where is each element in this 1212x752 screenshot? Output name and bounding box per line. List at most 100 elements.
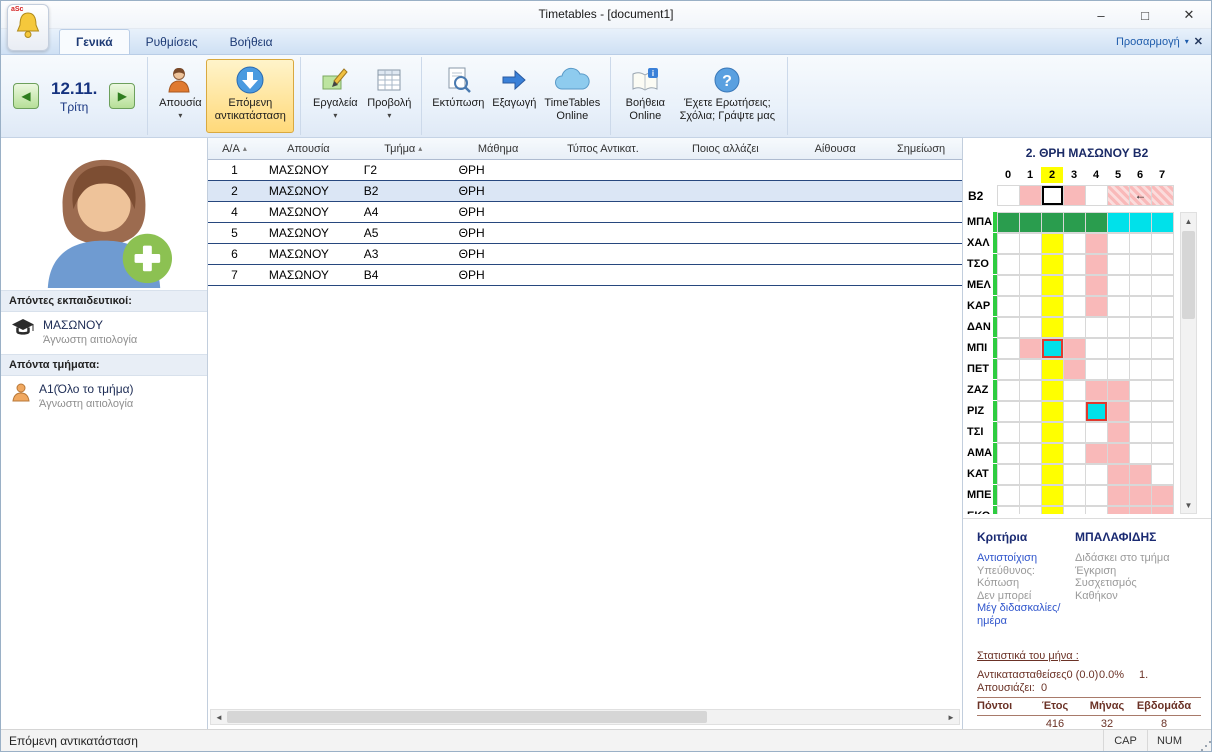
teacher-slot[interactable] [998,507,1020,514]
hour-header-cell[interactable]: 2 [1041,167,1063,183]
tab-settings[interactable]: Ρυθμίσεις [130,30,214,54]
substitution-row[interactable]: 2ΜΑΣΩΝΟΥΒ2ΘΡΗ [208,181,962,202]
teacher-slot[interactable] [1152,507,1174,514]
add-absent-avatar[interactable] [29,150,179,288]
substitution-row[interactable]: 7ΜΑΣΩΝΟΥΒ4ΘΡΗ [208,265,962,286]
teacher-slot[interactable] [1064,507,1086,514]
teacher-slot[interactable] [1108,465,1130,485]
class-slot[interactable] [1020,186,1042,206]
teacher-slot[interactable] [1086,297,1108,317]
teacher-slot[interactable] [1064,486,1086,506]
teacher-slot[interactable] [1086,486,1108,506]
teacher-slot[interactable] [998,318,1020,338]
teacher-slot[interactable] [1064,297,1086,317]
teacher-slot[interactable] [1108,213,1130,233]
absent-class-item[interactable]: Α1(Όλο το τμήμα) Άγνωστη αιτιολογία [1,376,207,418]
teacher-slot[interactable] [998,255,1020,275]
teacher-slot[interactable] [1064,234,1086,254]
teacher-slot[interactable] [1064,465,1086,485]
teacher-slot[interactable] [1130,318,1152,338]
teacher-name[interactable]: ΤΣΙ [963,422,993,443]
teacher-name[interactable]: ΧΑΛ [963,233,993,254]
teacher-slot[interactable] [1130,276,1152,296]
hour-header-cell[interactable]: 6 [1129,167,1151,183]
teacher-slot[interactable] [1152,381,1174,401]
teacher-name[interactable]: ΑΜΑ [963,443,993,464]
class-slot[interactable] [1042,186,1064,206]
teacher-name[interactable]: ΠΕΤ [963,359,993,380]
teacher-slot[interactable] [1130,423,1152,443]
teacher-slot[interactable] [1042,486,1064,506]
export-button[interactable]: Εξαγωγή [488,59,540,133]
teacher-slot[interactable] [998,339,1020,359]
teacher-slot[interactable] [998,402,1020,422]
teacher-name[interactable]: ΜΠΕ [963,485,993,506]
teacher-slot[interactable] [1152,297,1174,317]
teacher-name[interactable]: ΕΚΟ [963,506,993,514]
scroll-left-icon[interactable]: ◄ [211,710,227,724]
teacher-slot[interactable] [1130,213,1152,233]
timetables-online-button[interactable]: TimeTables Online [540,59,604,133]
teacher-slot[interactable] [1042,381,1064,401]
horizontal-scrollbar[interactable]: ◄ ► [210,709,960,725]
teacher-slot[interactable] [1020,381,1042,401]
teacher-slot[interactable] [1108,255,1130,275]
teacher-slot[interactable] [1086,423,1108,443]
teacher-slot[interactable] [1130,360,1152,380]
class-slot[interactable] [1064,186,1086,206]
teacher-slot[interactable] [1042,360,1064,380]
column-header[interactable]: Α/Α▴ [208,138,261,159]
teacher-slot[interactable] [1042,444,1064,464]
teacher-slot[interactable] [1152,486,1174,506]
teacher-slot[interactable] [1108,381,1130,401]
criteria-label[interactable]: Αντιστοίχιση [977,552,1075,565]
teacher-slot[interactable] [1064,423,1086,443]
teacher-slot[interactable] [1042,507,1064,514]
teacher-slot[interactable] [998,297,1020,317]
substitution-row[interactable]: 6ΜΑΣΩΝΟΥΑ3ΘΡΗ [208,244,962,265]
teacher-slot[interactable] [1020,486,1042,506]
teacher-name[interactable]: ΜΠΑ [963,212,993,233]
teacher-slot[interactable] [1130,339,1152,359]
teacher-slot[interactable] [998,234,1020,254]
teacher-slot[interactable] [1108,318,1130,338]
teacher-slot[interactable] [998,444,1020,464]
teacher-name[interactable]: ΤΣΟ [963,254,993,275]
teacher-slot[interactable] [1064,381,1086,401]
scroll-down-icon[interactable]: ▼ [1181,497,1196,513]
teacher-slot[interactable] [1086,339,1108,359]
teacher-slot[interactable] [1042,423,1064,443]
feedback-button[interactable]: ? Έχετε Ερωτήσεις; Σχόλια; Γράψτε μας [673,59,781,133]
teacher-slot[interactable] [1152,318,1174,338]
teacher-slot[interactable] [1152,402,1174,422]
close-button[interactable]: ✕ [1167,1,1211,29]
teacher-slot[interactable] [1042,213,1064,233]
teacher-slot[interactable] [1020,507,1042,514]
view-button[interactable]: Προβολή ▾ [363,59,415,133]
column-header[interactable]: Μάθημα [451,138,546,159]
teacher-slot[interactable] [1042,465,1064,485]
teacher-slot[interactable] [1086,402,1108,422]
teacher-slot[interactable] [1064,276,1086,296]
teacher-slot[interactable] [1020,339,1042,359]
teacher-slot[interactable] [1020,423,1042,443]
teacher-slot[interactable] [1086,276,1108,296]
teacher-slot[interactable] [1108,297,1130,317]
class-slot[interactable] [998,186,1020,206]
criteria-label[interactable]: Μέγ διδασκαλίες/ημέρα [977,602,1075,627]
teacher-name[interactable]: ΔΑΝ [963,317,993,338]
teacher-name[interactable]: ΚΑΡ [963,296,993,317]
scrollbar-thumb[interactable] [1182,231,1195,319]
teacher-slot[interactable] [1152,465,1174,485]
teacher-slot[interactable] [1152,213,1174,233]
teacher-slot[interactable] [1108,507,1130,514]
teacher-name[interactable]: ΜΠΙ [963,338,993,359]
teacher-slot[interactable] [1108,234,1130,254]
teacher-slot[interactable] [1130,507,1152,514]
print-button[interactable]: Εκτύπωση [428,59,488,133]
teacher-slot[interactable] [1042,276,1064,296]
column-header[interactable]: Τμήμα▴ [356,138,451,159]
teacher-name[interactable]: ΡΙΖ [963,401,993,422]
teacher-slot[interactable] [998,360,1020,380]
teacher-slot[interactable] [1108,360,1130,380]
